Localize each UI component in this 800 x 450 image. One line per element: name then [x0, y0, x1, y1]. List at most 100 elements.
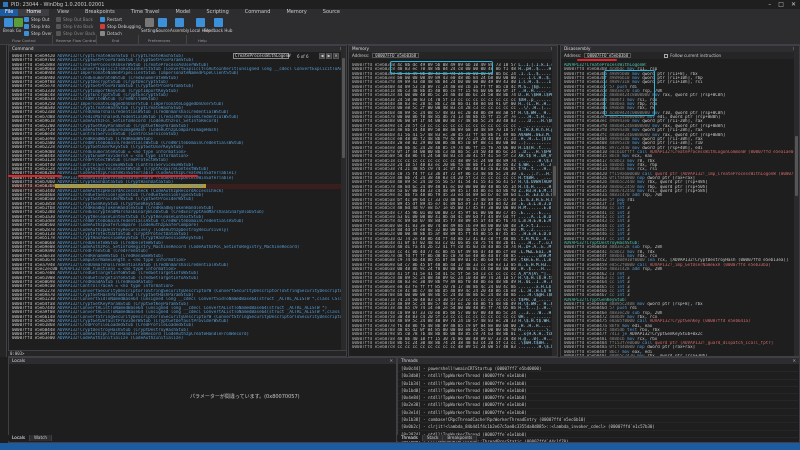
thread-row[interactable]: [0x1b38] - combase!CRpcThreadCache!RpcWo…: [398, 416, 798, 424]
tab-breakpoints[interactable]: Breakpoints: [77, 9, 123, 16]
command-line-symbol: ADVAPI32!CodeAuthzInitialize (CodeAuthzI…: [54, 336, 184, 341]
tab-breakpoints-bottom[interactable]: Breakpoints: [443, 435, 478, 441]
step-into-back-button[interactable]: Step Into Back: [56, 24, 93, 29]
go-button[interactable]: Go: [14, 18, 23, 33]
annotation-red-underline-disasm-address: [577, 59, 617, 61]
step-out-back-icon: [56, 17, 61, 22]
stop-debugging-button[interactable]: Stop Debugging: [100, 24, 141, 29]
disassembly-mnemonic: mov: [637, 301, 648, 306]
disassembly-address-bar: Address: 00007FFD`e5eb03b8 Follow curren…: [561, 52, 799, 59]
feedback-icon: [213, 18, 223, 27]
minimize-icon[interactable]: –: [768, 1, 771, 8]
command-panel-header: Command✕: [9, 46, 346, 52]
tab-threads[interactable]: Threads: [397, 435, 423, 441]
restart-icon: [100, 17, 105, 22]
threads-list[interactable]: [0x0c44] - powershell!wmainCRTStartup (0…: [398, 365, 798, 442]
group-help: Help: [198, 38, 207, 43]
tab-stack[interactable]: Stack: [422, 435, 444, 441]
memory-dump[interactable]: 00007ffd`e5eb03b8 4c 8b dc 49 89 5b 08 4…: [352, 63, 552, 350]
find-close-icon[interactable]: ✕: [333, 53, 339, 59]
left-side-strip: [0, 45, 7, 357]
tab-model[interactable]: Model: [168, 9, 199, 16]
ribbon-tabs: File Home View Breakpoints Time Travel M…: [0, 9, 800, 16]
disassembly-operands: dword ptr [rax+rax]: [647, 345, 696, 350]
thread-row[interactable]: [0x3db8] - ntdll!TppWorkerThread (00007f…: [398, 372, 798, 380]
restart-button[interactable]: Restart: [100, 17, 122, 22]
thread-row[interactable]: [0x2e38] - ntdll!TppWorkerThread (00007f…: [398, 401, 798, 409]
assembly-icon: [175, 18, 185, 27]
memory-scrollbar[interactable]: [552, 46, 557, 356]
step-over-button[interactable]: Step Over: [24, 31, 52, 36]
thread-row[interactable]: [0x3e14] - ntdll!TppWorkerThread (00007f…: [398, 409, 798, 417]
find-next-icon[interactable]: ▶: [326, 53, 332, 59]
thread-row[interactable]: [0x1b34] - ntdll!TppWorkerThread (00007f…: [398, 380, 798, 387]
memory-panel: Memory✕ Address: 00007FFD`e5eb03b8 00007…: [348, 45, 558, 357]
follow-current-instruction-checkbox[interactable]: Follow current instruction: [664, 52, 721, 59]
command-panel: Command✕ 00007ffd`e5eb9420 ADVAPI32!Cryp…: [8, 45, 347, 357]
step-out-button[interactable]: Step Out: [24, 17, 49, 22]
disassembly-mnemonic: add: [632, 267, 643, 272]
play-icon: [14, 18, 23, 27]
tab-locals[interactable]: Locals: [8, 435, 31, 441]
step-out-back-button[interactable]: Step Out Back: [56, 17, 93, 22]
close-panel-icon[interactable]: ✕: [389, 358, 396, 364]
thread-row[interactable]: [0x0c44] - powershell!wmainCRTStartup (0…: [398, 365, 798, 373]
disassembly-operands: rax, qword ptr [rsp+0C8h]: [662, 93, 726, 98]
memory-address-input[interactable]: 00007FFD`e5eb03b8: [372, 53, 420, 58]
detach-button[interactable]: Detach: [100, 31, 122, 36]
tab-memory[interactable]: Memory: [278, 9, 314, 16]
command-output[interactable]: 00007ffd`e5eb9420 ADVAPI32!CryptCreateHa…: [12, 54, 342, 341]
step-over-back-button[interactable]: Step Over Back: [56, 31, 95, 36]
group-reverse-flow-control: Reverse Flow Control: [56, 38, 97, 43]
tab-watch[interactable]: Watch: [30, 435, 53, 441]
locals-panel-header: Locals ✕: [9, 358, 396, 364]
tab-source[interactable]: Source: [315, 9, 348, 16]
disassembly-operands: rsp, 28h: [642, 267, 663, 272]
gear-icon: [144, 18, 154, 27]
thread-row[interactable]: [0x1bd0] - ntdll!TppWorkerThread (00007f…: [398, 387, 798, 395]
maximize-icon[interactable]: □: [778, 1, 784, 8]
stop-icon: [100, 24, 105, 29]
tab-home[interactable]: Home: [18, 9, 50, 16]
tab-command[interactable]: Command: [237, 9, 279, 16]
break-button[interactable]: Break: [3, 18, 15, 33]
annotation-red-underline-symbol: [78, 175, 198, 177]
settings-button[interactable]: Settings: [141, 18, 157, 33]
threads-panel-header: Threads ✕: [398, 358, 799, 364]
command-input[interactable]: 0:003>: [8, 350, 346, 356]
disassembly-scrollbar[interactable]: [794, 46, 799, 356]
step-out-icon: [24, 17, 29, 22]
tab-time-travel[interactable]: Time Travel: [123, 9, 168, 16]
find-previous-icon[interactable]: ◀: [319, 53, 325, 59]
step-over-back-icon: [56, 31, 61, 36]
disassembly-address-input[interactable]: 00007FFD`e5eb03b8: [584, 53, 632, 58]
command-scrollbar[interactable]: [341, 46, 346, 356]
close-panel-icon[interactable]: ✕: [792, 358, 799, 364]
disassembly-operands: ADVAPI32!CryptGenKey (00007ffd`e5eb641a): [649, 319, 751, 324]
step-into-button[interactable]: Step Into: [24, 24, 50, 29]
thread-row[interactable]: [0x4e84] - ntdll!TppWorkerThread (00007f…: [398, 394, 798, 402]
step-into-back-icon: [56, 24, 61, 29]
ribbon: Break Go Step Out Step Into Step Over St…: [0, 16, 800, 59]
tab-scripting[interactable]: Scripting: [199, 9, 237, 16]
close-icon[interactable]: ✕: [791, 1, 796, 8]
disassembly-operands: 3: [627, 293, 630, 298]
tab-file[interactable]: File: [0, 9, 19, 16]
find-input[interactable]: CreateProcessWithLogonW: [233, 53, 290, 59]
thread-row[interactable]: [0x0b2c] - clrjit!<lambda_84b4d1f4c1b2e6…: [398, 423, 798, 431]
memory-row[interactable]: 00007ffd`e5eb07c8 cc cc cc cc cc cc cc c…: [352, 345, 552, 349]
disassembly-operands: rdi: [627, 197, 635, 202]
source-button[interactable]: Source: [156, 18, 170, 33]
disassembly-listing[interactable]: ADVAPI32!CreateProcessWithLogonW: 00007ff…: [564, 63, 796, 356]
group-end: End: [112, 38, 120, 43]
memory-address-bar: Address: 00007FFD`e5eb03b8: [349, 52, 557, 59]
command-line[interactable]: 00007ffd`e5eb3e00 ADVAPI32!CodeAuthzInit…: [12, 336, 342, 340]
disassembly-operands: ADVAPI32!_imp_GetUserNameExA (00007ffd`e…: [649, 262, 771, 267]
step-into-icon: [24, 24, 29, 29]
feedback-hub-button[interactable]: Feedback Hub: [204, 18, 232, 33]
command-line-address: 00007ffd`e5eb3e00: [12, 336, 55, 341]
threads-tab-strip: Threads Stack Breakpoints: [397, 435, 478, 441]
step-over-icon: [24, 31, 29, 36]
tab-view[interactable]: View: [49, 9, 77, 16]
assembly-button[interactable]: Assembly: [170, 18, 189, 33]
